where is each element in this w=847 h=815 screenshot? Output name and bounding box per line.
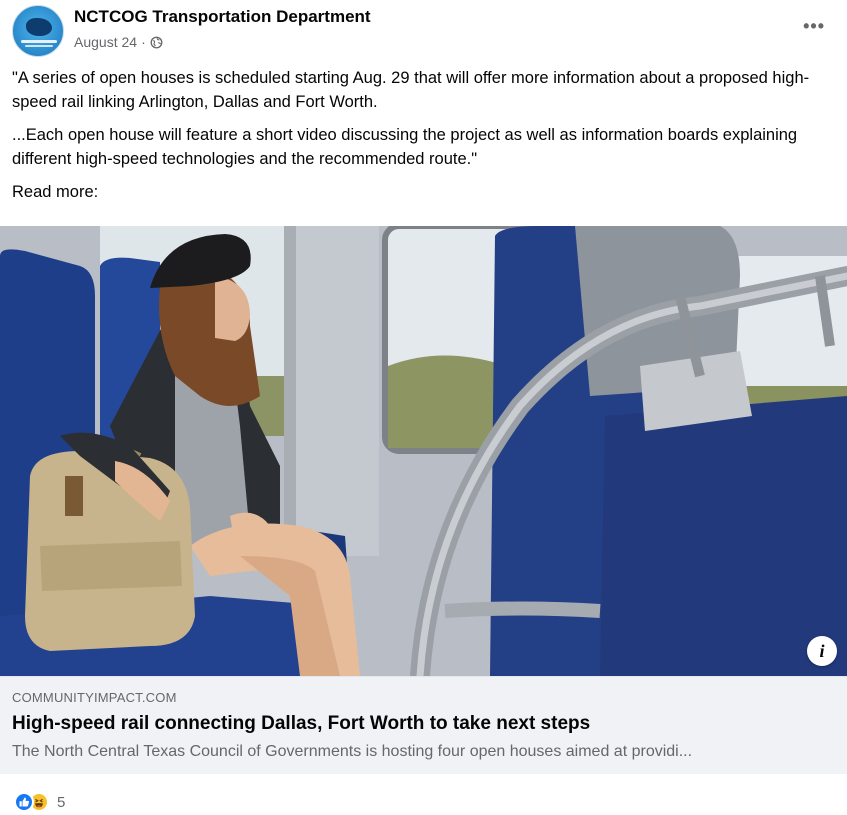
reactions-summary[interactable]: 5: [14, 791, 65, 813]
post-date[interactable]: August 24: [74, 34, 137, 50]
link-domain: COMMUNITYIMPACT.COM: [12, 690, 177, 705]
page-avatar[interactable]: [12, 5, 64, 57]
avatar-logo-text-line: [21, 40, 57, 43]
link-preview-image[interactable]: i: [0, 226, 847, 676]
link-title[interactable]: High-speed rail connecting Dallas, Fort …: [12, 713, 590, 735]
link-preview-card[interactable]: COMMUNITYIMPACT.COM High-speed rail conn…: [0, 676, 847, 774]
post-paragraph: "A series of open houses is scheduled st…: [12, 69, 810, 111]
link-description: The North Central Texas Council of Gover…: [12, 743, 693, 760]
post-meta: August 24 ·: [74, 34, 163, 50]
post-header: NCTCOG Transportation Department August …: [0, 0, 847, 62]
post-paragraph: Read more:: [12, 183, 99, 201]
post-text: "A series of open houses is scheduled st…: [12, 66, 834, 213]
reaction-count[interactable]: 5: [57, 794, 65, 811]
info-icon[interactable]: i: [807, 636, 837, 666]
like-icon: [14, 792, 34, 812]
avatar-logo-text-line-2: [25, 45, 53, 47]
more-options-button[interactable]: •••: [803, 16, 825, 37]
page-name[interactable]: NCTCOG Transportation Department: [74, 7, 371, 27]
meta-separator: ·: [141, 34, 146, 50]
post-paragraph: ...Each open house will feature a short …: [12, 126, 798, 168]
texas-map-icon: [26, 18, 52, 36]
globe-icon[interactable]: [150, 36, 163, 49]
train-passenger-photo: [0, 226, 847, 676]
